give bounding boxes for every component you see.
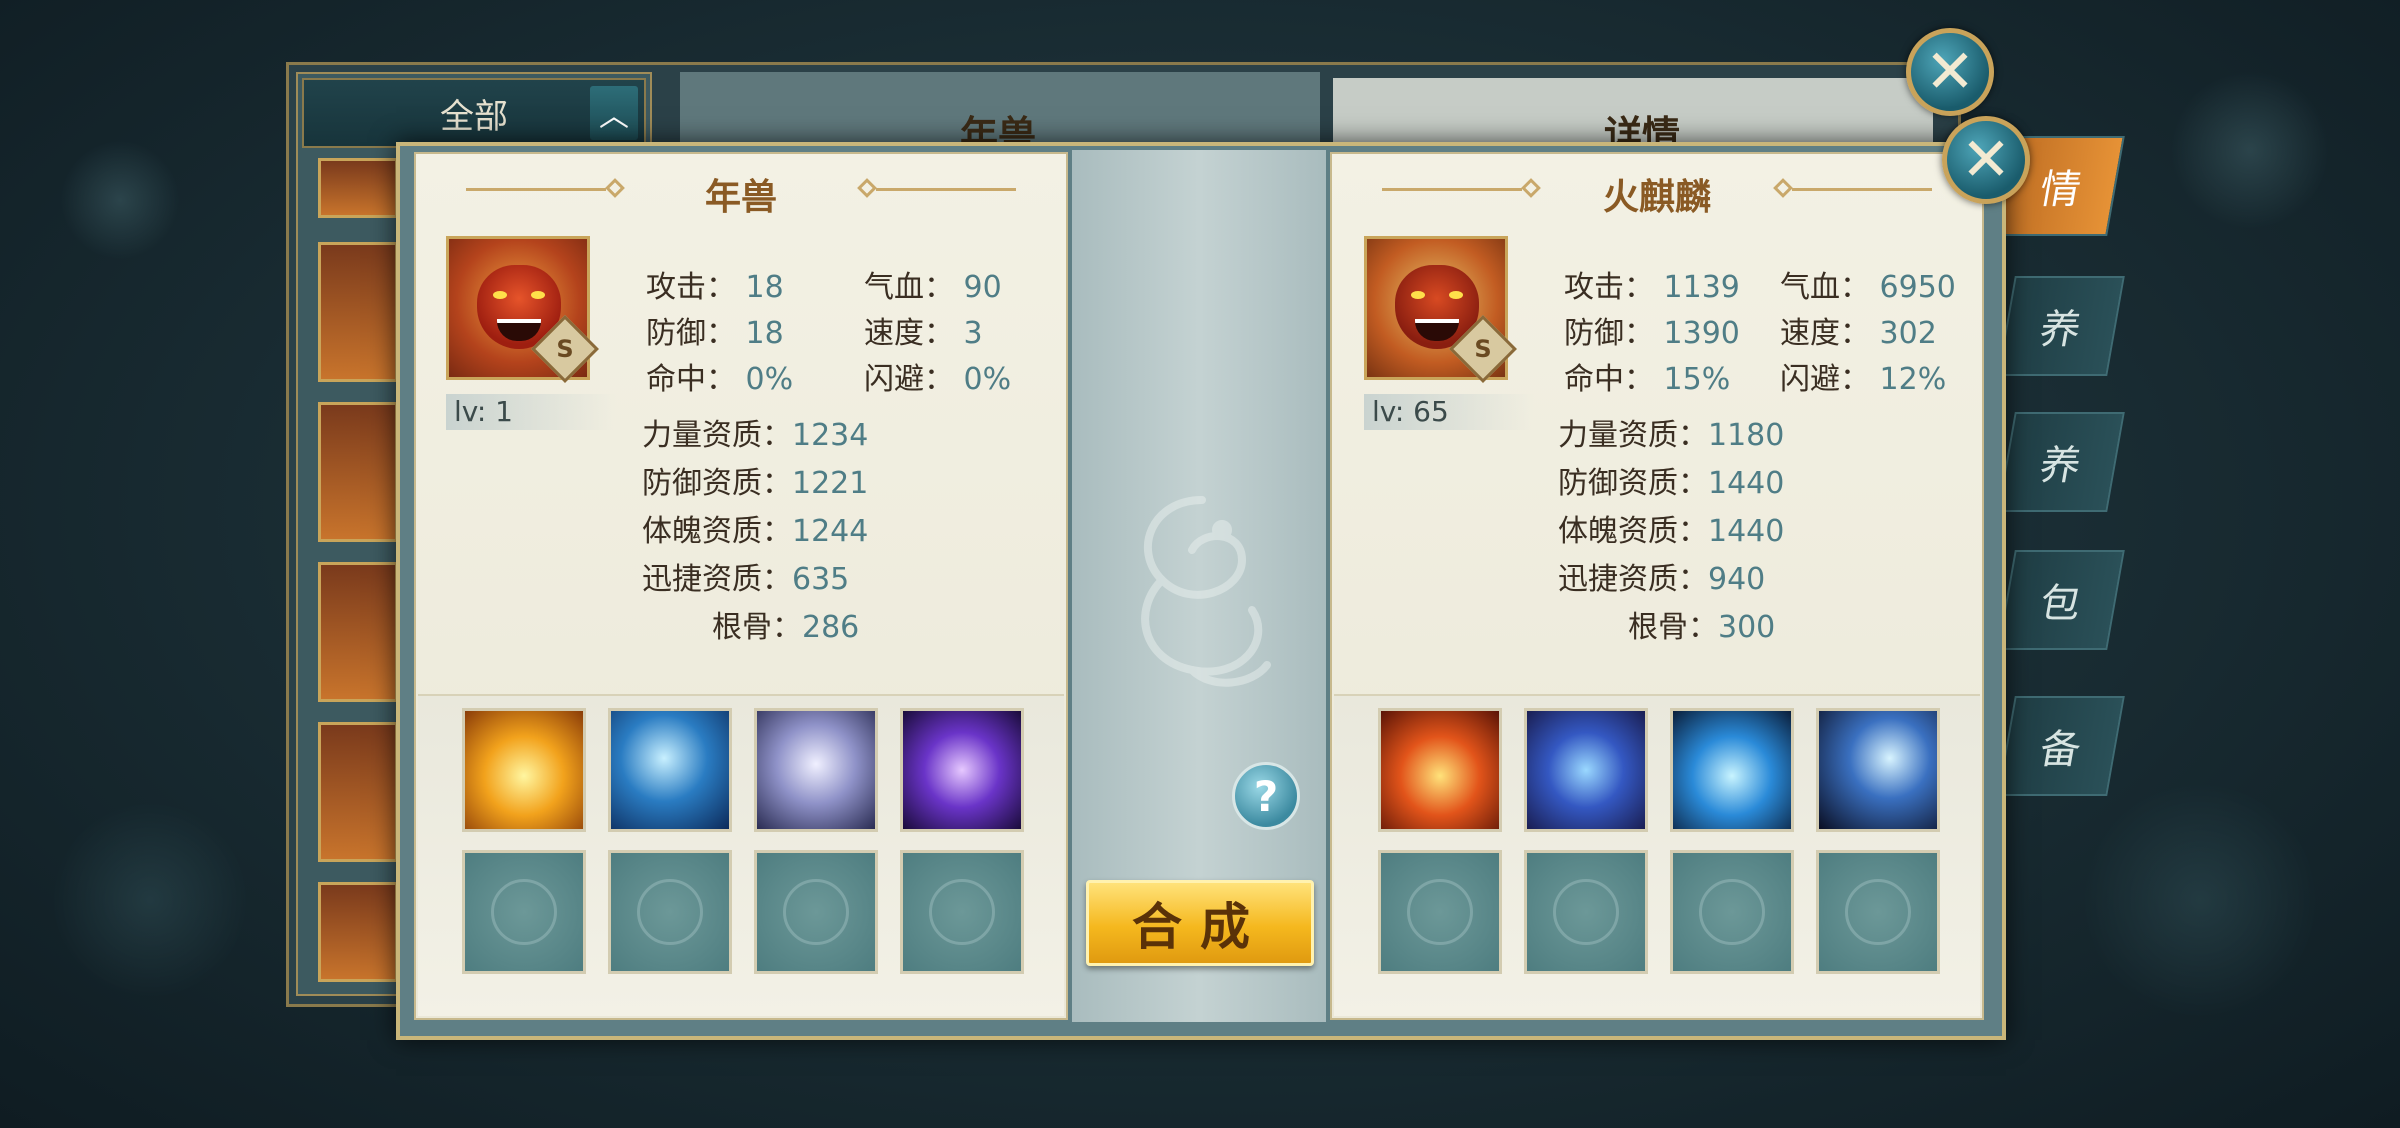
- grade-label: S: [556, 335, 574, 363]
- pet-list-item[interactable]: [318, 722, 398, 862]
- filter-dropdown[interactable]: 全部 ︿: [302, 78, 646, 148]
- right-pet-name: 火麒麟: [1602, 177, 1711, 218]
- purple-pillar-skill-icon[interactable]: [900, 708, 1024, 832]
- left-skill-grid: [418, 694, 1064, 1016]
- pet-list-item[interactable]: [318, 242, 398, 382]
- close-icon: ✕: [1960, 125, 2012, 195]
- stat-dodge: 闪避： 0%: [864, 362, 1012, 397]
- wind-orb-skill-icon[interactable]: [754, 708, 878, 832]
- empty-skill-slot[interactable]: [1816, 850, 1940, 974]
- eye: [493, 291, 507, 299]
- eye: [1449, 291, 1463, 299]
- stat-speed: 速度： 3: [864, 316, 983, 351]
- aptitude-constitution: 体魄资质：1244: [642, 514, 869, 549]
- chevron-up-icon[interactable]: ︿: [590, 86, 638, 140]
- tab-cultivate[interactable]: 养: [1997, 276, 2125, 376]
- tab-label: 备: [2036, 727, 2085, 773]
- help-button[interactable]: ?: [1232, 762, 1300, 830]
- aptitude-strength: 力量资质：1234: [642, 418, 869, 453]
- right-pet-level: lv: 65: [1364, 394, 1534, 430]
- left-pet-card: 年兽 S lv: 1 攻击： 18 气血： 90 防御： 18 速度： 3 命中…: [414, 152, 1068, 1020]
- dragon-emblem-icon: [1141, 496, 1271, 687]
- stat-attack: 攻击： 1139: [1564, 270, 1740, 305]
- pet-list-item[interactable]: [318, 562, 398, 702]
- empty-skill-slot[interactable]: [462, 850, 586, 974]
- empty-skill-slot[interactable]: [608, 850, 732, 974]
- close-button[interactable]: ✕: [1942, 116, 2030, 204]
- pet-list-item[interactable]: [318, 158, 398, 218]
- tab-label: 养: [2036, 443, 2085, 489]
- shield-skill-icon[interactable]: [1524, 708, 1648, 832]
- stat-hp: 气血： 6950: [1780, 270, 1956, 305]
- flame-burst-skill-icon[interactable]: [1378, 708, 1502, 832]
- tab-equip[interactable]: 备: [1997, 696, 2125, 796]
- lightning-moon-skill-icon[interactable]: [608, 708, 732, 832]
- grade-label: S: [1474, 335, 1492, 363]
- close-icon: ✕: [1924, 37, 1976, 107]
- aptitude-strength: 力量资质：1180: [1558, 418, 1785, 453]
- empty-skill-slot[interactable]: [1670, 850, 1794, 974]
- question-icon: ?: [1253, 771, 1279, 821]
- water-heart-skill-icon[interactable]: [1670, 708, 1794, 832]
- empty-skill-slot[interactable]: [754, 850, 878, 974]
- stat-speed: 速度： 302: [1780, 316, 1937, 351]
- tab-label: 养: [2036, 307, 2085, 353]
- stat-hp: 气血： 90: [864, 270, 1002, 305]
- eye: [531, 291, 545, 299]
- mouth: [497, 319, 541, 341]
- empty-skill-slot[interactable]: [1378, 850, 1502, 974]
- stat-hit: 命中： 0%: [646, 362, 794, 397]
- pet-list-item[interactable]: [318, 882, 398, 982]
- right-pet-portrait[interactable]: S: [1364, 236, 1517, 383]
- tab-label: 情: [2036, 167, 2085, 213]
- aptitude-bone: 根骨：286: [712, 610, 860, 645]
- aptitude-constitution: 体魄资质：1440: [1558, 514, 1785, 549]
- stat-attack: 攻击： 18: [646, 270, 784, 305]
- tab-train[interactable]: 养: [1997, 412, 2125, 512]
- background-close-button[interactable]: ✕: [1906, 28, 1994, 116]
- left-pet-portrait[interactable]: S: [446, 236, 599, 383]
- merge-button[interactable]: 合成: [1086, 880, 1314, 966]
- filter-label: 全部: [440, 96, 508, 137]
- golden-burst-skill-icon[interactable]: [462, 708, 586, 832]
- aptitude-agility: 迅捷资质：940: [1558, 562, 1766, 597]
- tab-bag[interactable]: 包: [1997, 550, 2125, 650]
- aptitude-defense: 防御资质：1440: [1558, 466, 1785, 501]
- stat-dodge: 闪避： 12%: [1780, 362, 1947, 397]
- eye: [1411, 291, 1425, 299]
- right-pet-card: 火麒麟 S lv: 65 攻击： 1139 气血： 6950 防御： 1390 …: [1330, 152, 1984, 1020]
- left-pet-level: lv: 1: [446, 394, 616, 430]
- empty-skill-slot[interactable]: [900, 850, 1024, 974]
- pet-list-item[interactable]: [318, 402, 398, 542]
- stat-hit: 命中： 15%: [1564, 362, 1731, 397]
- empty-skill-slot[interactable]: [1524, 850, 1648, 974]
- left-pet-name: 年兽: [704, 177, 777, 218]
- aptitude-bone: 根骨：300: [1628, 610, 1776, 645]
- aptitude-defense: 防御资质：1221: [642, 466, 869, 501]
- claw-slash-skill-icon[interactable]: [1816, 708, 1940, 832]
- tab-label: 包: [2036, 581, 2085, 627]
- stat-defense: 防御： 1390: [1564, 316, 1740, 351]
- stat-defense: 防御： 18: [646, 316, 784, 351]
- right-skill-grid: [1334, 694, 1980, 1016]
- mouth: [1415, 319, 1459, 341]
- aptitude-agility: 迅捷资质：635: [642, 562, 850, 597]
